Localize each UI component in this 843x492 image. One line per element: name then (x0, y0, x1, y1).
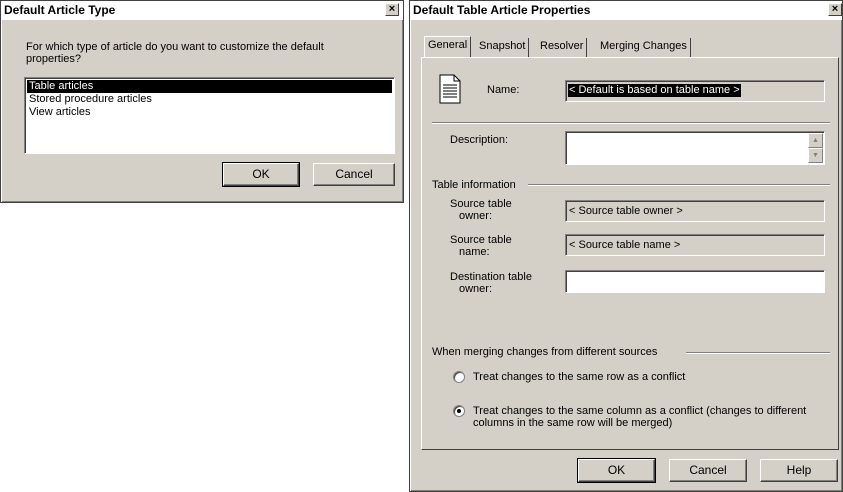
radio-same-column-label[interactable]: Treat changes to the same column as a co… (473, 405, 833, 429)
radio-same-column[interactable] (453, 405, 465, 417)
scroll-up-icon[interactable]: ▲ (808, 133, 823, 148)
source-table-owner-label: Source table owner: (450, 198, 512, 222)
table-information-heading: Table information (432, 179, 520, 191)
dialog-title: Default Article Type (4, 3, 116, 17)
divider (432, 122, 830, 124)
dialog-title: Default Table Article Properties (413, 3, 591, 17)
radio-same-row-label[interactable]: Treat changes to the same row as a confl… (473, 371, 685, 383)
name-value: < Default is based on table name > (568, 84, 741, 97)
article-type-list[interactable]: Table articles Stored procedure articles… (24, 77, 395, 154)
default-article-type-dialog: Default Article Type × For which type of… (0, 0, 404, 203)
table-article-properties-dialog: Default Table Article Properties × Gener… (409, 0, 843, 492)
scroll-down-icon[interactable]: ▼ (808, 148, 823, 163)
scrollbar[interactable]: ▲ ▼ (808, 133, 823, 163)
cancel-button[interactable]: Cancel (669, 459, 747, 482)
help-button[interactable]: Help (760, 459, 838, 482)
source-table-name-field: < Source table name > (565, 234, 825, 256)
dialog-title-bar: Default Table Article Properties (410, 1, 842, 20)
destination-table-owner-label: Destination table owner: (450, 271, 532, 295)
radio-selected-dot (457, 409, 461, 413)
list-item[interactable]: View articles (27, 106, 392, 119)
destination-table-owner-field[interactable] (565, 270, 825, 293)
tab-general[interactable]: General (424, 36, 472, 57)
article-type-prompt: For which type of article do you want to… (26, 41, 324, 65)
name-label: Name: (487, 84, 520, 96)
description-field[interactable]: ▲ ▼ (565, 131, 825, 165)
name-field: < Default is based on table name > (565, 80, 825, 102)
close-icon[interactable]: × (828, 3, 842, 16)
ok-button[interactable]: OK (577, 458, 656, 483)
merge-options-divider (686, 352, 830, 354)
tab-merging-changes[interactable]: Merging Changes (597, 38, 691, 57)
document-icon (438, 74, 462, 104)
description-label: Description: (450, 134, 509, 146)
source-table-name-label: Source table name: (450, 234, 512, 258)
close-icon[interactable]: × (385, 3, 399, 16)
merge-options-heading: When merging changes from different sour… (432, 346, 662, 358)
table-information-divider (528, 184, 830, 186)
list-item[interactable]: Table articles (27, 80, 392, 93)
tab-resolver[interactable]: Resolver (537, 38, 588, 57)
source-table-owner-field: < Source table owner > (565, 200, 825, 222)
ok-button[interactable]: OK (222, 162, 300, 187)
tab-snapshot[interactable]: Snapshot (476, 38, 530, 57)
dialog-title-bar: Default Article Type (1, 1, 403, 20)
cancel-button[interactable]: Cancel (313, 163, 395, 186)
list-item[interactable]: Stored procedure articles (27, 93, 392, 106)
radio-same-row[interactable] (453, 371, 465, 383)
